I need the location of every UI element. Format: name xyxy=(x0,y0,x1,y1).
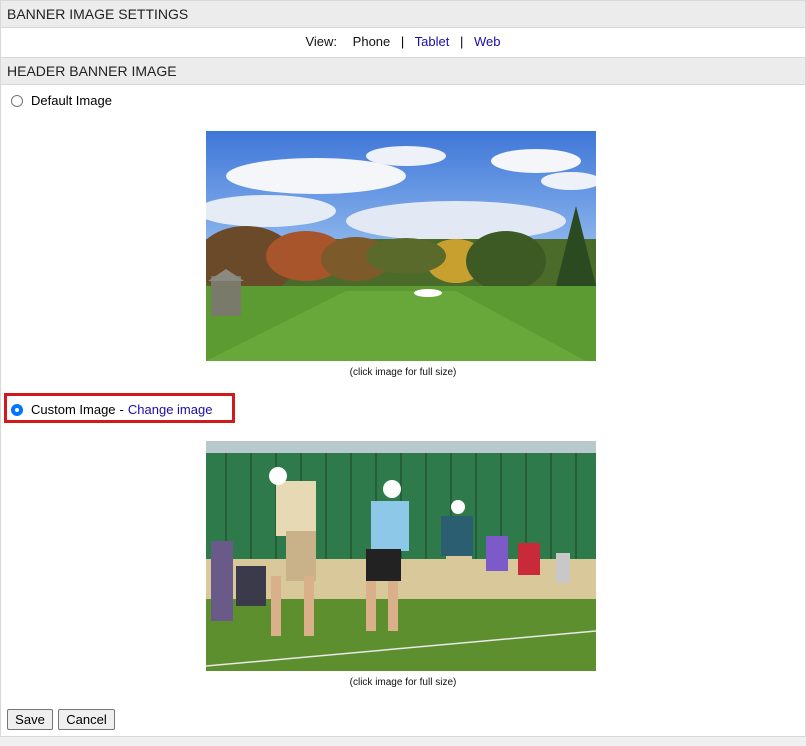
change-image-link[interactable]: Change image xyxy=(128,402,213,417)
view-web-link[interactable]: Web xyxy=(474,34,501,49)
view-separator: | xyxy=(460,34,464,49)
custom-image-label[interactable]: Custom Image xyxy=(31,402,116,417)
custom-image-dash: - xyxy=(119,402,124,417)
view-label: View: xyxy=(305,34,338,49)
header-banner-image-header: HEADER BANNER IMAGE xyxy=(1,57,805,85)
default-image-option[interactable]: Default Image xyxy=(11,93,112,108)
view-separator: | xyxy=(400,34,405,49)
golf-course-image xyxy=(206,131,596,361)
view-tablet-link[interactable]: Tablet xyxy=(415,34,450,49)
view-phone[interactable]: Phone xyxy=(353,34,391,49)
custom-banner-image[interactable] xyxy=(206,441,596,671)
default-image-label[interactable]: Default Image xyxy=(31,93,112,108)
save-button[interactable]: Save xyxy=(7,709,53,730)
cancel-button[interactable]: Cancel xyxy=(58,709,115,730)
view-switcher: View: Phone | Tablet | Web xyxy=(1,34,805,49)
custom-image-option[interactable]: Custom Image - Change image xyxy=(11,402,212,417)
default-image-radio[interactable] xyxy=(11,94,23,107)
banner-settings-panel: BANNER IMAGE SETTINGS View: Phone | Tabl… xyxy=(0,0,806,737)
default-banner-image[interactable] xyxy=(206,131,596,361)
custom-image-caption: (click image for full size) xyxy=(349,677,457,688)
banner-image-settings-header: BANNER IMAGE SETTINGS xyxy=(1,1,805,28)
custom-image-radio[interactable] xyxy=(11,403,23,416)
driving-range-image xyxy=(206,441,596,671)
default-image-caption: (click image for full size) xyxy=(349,367,457,378)
